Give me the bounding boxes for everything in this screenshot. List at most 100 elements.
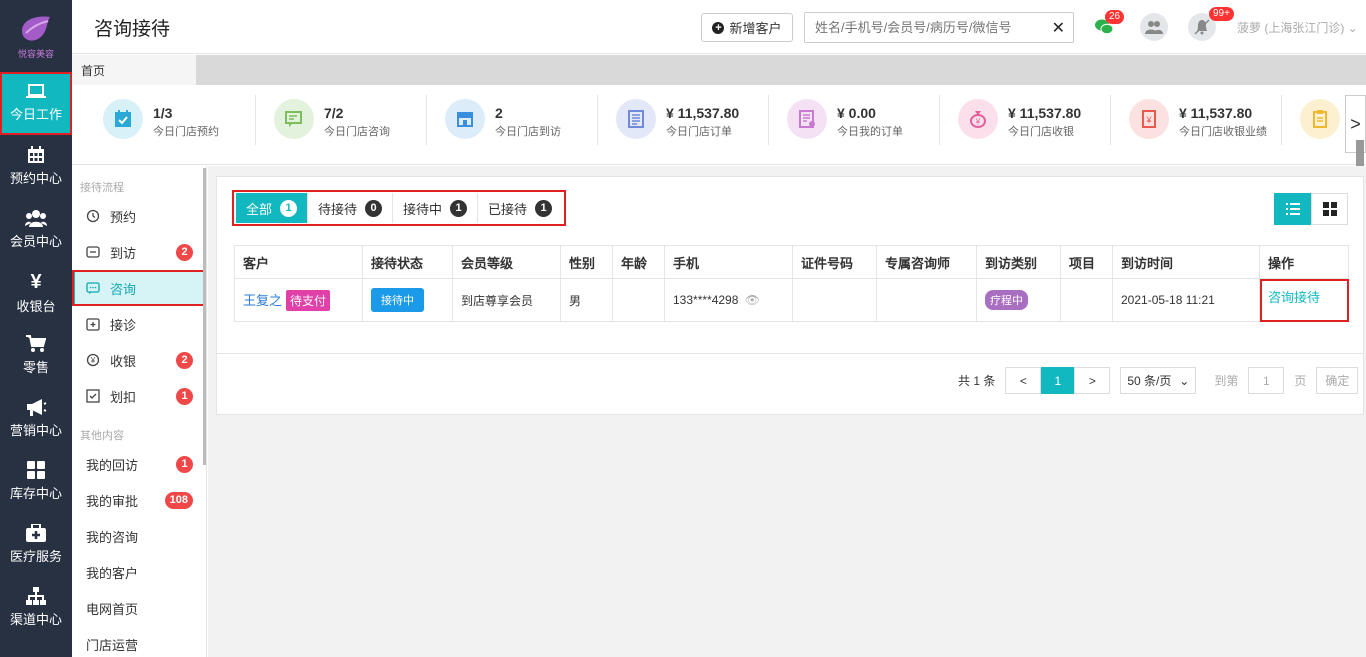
grid-view-button[interactable] (1311, 193, 1348, 225)
menu-item-treatment[interactable]: 接诊 (72, 306, 206, 342)
stat-today-orders[interactable]: ¥ 11,537.80 今日门店订单 (616, 99, 786, 144)
list-view-button[interactable] (1274, 193, 1311, 225)
stat-today-consult[interactable]: 7/2 今日门店咨询 (274, 99, 444, 144)
stat-label: 今日门店订单 (666, 126, 732, 138)
notification-button[interactable]: 99+ (1188, 7, 1234, 41)
menu-item-consult[interactable]: 咨询 (72, 270, 206, 306)
history-icon (86, 209, 102, 223)
visit-card-icon (86, 245, 102, 259)
stat-today-booking[interactable]: 1/3 今日门店预约 (103, 99, 273, 144)
cell-consultant (876, 278, 977, 322)
page-button-current[interactable]: 1 (1041, 367, 1075, 394)
eye-icon[interactable]: 👁 (745, 293, 760, 307)
nav-label: 会员中心 (9, 234, 62, 249)
menu-item-my-approval[interactable]: 我的审批 108 (72, 482, 206, 518)
cell-phone: 133****4298 👁 (664, 278, 793, 322)
payment-status-tag: 待支付 (286, 289, 331, 311)
menu-item-label: 划扣 (110, 389, 137, 405)
filter-tab-done[interactable]: 已接待 1 (478, 193, 562, 223)
nav-inventory-center[interactable]: 库存中心 (0, 450, 72, 513)
receipt-icon: ¥ (1142, 110, 1156, 128)
nav-retail[interactable]: 零售 (0, 324, 72, 387)
stat-today-visit[interactable]: 2 今日门店到访 (445, 99, 615, 144)
team-button[interactable] (1140, 13, 1168, 41)
menu-group-reception-flow: 接待流程 (80, 182, 124, 194)
chat-bubble-icon (86, 281, 102, 295)
nav-cashier[interactable]: ¥ 收银台 (0, 261, 72, 324)
nav-booking-center[interactable]: 预约中心 (0, 135, 72, 198)
filter-tab-label: 接待中 (403, 201, 443, 217)
stat-icon-bg (274, 99, 314, 139)
search-box: ✕ (804, 12, 1074, 43)
stat-value: ¥ 0.00 (837, 105, 876, 121)
nav-marketing-center[interactable]: 营销中心 (0, 387, 72, 450)
nav-channel-center[interactable]: 渠道中心 (0, 576, 72, 639)
wechat-button[interactable]: 26 (1090, 10, 1125, 41)
store-icon (457, 112, 473, 127)
reception-card: 全部 1 待接待 0 接待中 1 已接待 1 客户 接待状态 会员等级 性别 年… (216, 176, 1364, 415)
menu-item-my-customers[interactable]: 我的客户 (72, 554, 206, 590)
next-page-button[interactable]: > (1074, 367, 1111, 394)
chat-edit-icon (285, 111, 302, 127)
goto-page-input[interactable]: 1 (1248, 367, 1285, 394)
col-header: 年龄 (612, 245, 665, 279)
customer-link[interactable]: 王复之 (243, 293, 282, 308)
left-nav: 悦容美容 今日工作 预约中心 会员中心 ¥ 收银台 零售 营销中心 库存中心 医… (0, 0, 72, 657)
menu-item-store-operation[interactable]: 门店运营 (72, 626, 206, 657)
prev-page-button[interactable]: < (1005, 367, 1042, 394)
menu-item-booking[interactable]: 预约 (72, 198, 206, 234)
menu-item-label: 我的回访 (86, 457, 139, 473)
count-badge: 2 (176, 244, 193, 261)
nav-label: 收银台 (16, 298, 56, 314)
nav-medical-service[interactable]: 医疗服务 (0, 513, 72, 576)
tab-home[interactable]: 首页 (72, 55, 196, 85)
menu-item-my-consult[interactable]: 我的咨询 (72, 518, 206, 554)
side-menu-scrollbar[interactable] (203, 168, 206, 465)
menu-item-visit[interactable]: 到访 2 (72, 234, 206, 270)
stat-value: ¥ 11,537.80 (666, 105, 740, 121)
nav-today-work[interactable]: 今日工作 (0, 72, 72, 135)
newspaper-icon (628, 110, 644, 128)
menu-item-my-follow-up[interactable]: 我的回访 1 (72, 446, 206, 482)
menu-item-cashier[interactable]: ¥ 收银 2 (72, 342, 206, 378)
medkit-icon (26, 524, 46, 542)
stat-today-cashier[interactable]: ¥ ¥ 11,537.80 今日门店收银 (958, 99, 1128, 144)
chevron-down-icon: ⌄ (1179, 373, 1190, 388)
page-size-select[interactable]: 50 条/页 ⌄ (1120, 367, 1197, 394)
col-header: 性别 (560, 245, 613, 279)
menu-item-grid-home[interactable]: 电网首页 (72, 590, 206, 626)
add-customer-button[interactable]: + 新增客户 (701, 13, 793, 42)
nav-label: 预约中心 (9, 171, 62, 186)
count-badge: 108 (164, 492, 193, 509)
page-suffix: 页 (1294, 374, 1307, 388)
stat-more[interactable] (1300, 99, 1344, 144)
stat-today-cashier-performance[interactable]: ¥ ¥ 11,537.80 今日门店收银业绩 (1129, 99, 1299, 144)
nav-member-center[interactable]: 会员中心 (0, 198, 72, 261)
menu-item-label: 我的客户 (86, 565, 139, 581)
clear-icon[interactable]: ✕ (1052, 18, 1065, 38)
svg-text:¥: ¥ (975, 118, 981, 127)
filter-tab-in-progress[interactable]: 接待中 1 (393, 193, 479, 223)
divider (1110, 95, 1111, 145)
filter-tab-all[interactable]: 全部 1 (236, 193, 309, 223)
confirm-button[interactable]: 确定 (1316, 367, 1359, 394)
nav-label: 营销中心 (9, 423, 62, 438)
divider (426, 95, 427, 145)
consult-reception-link[interactable]: 咨询接待 (1268, 290, 1320, 305)
filter-tab-label: 全部 (246, 201, 273, 217)
stat-value: 1/3 (153, 105, 173, 121)
search-input[interactable] (805, 13, 1041, 42)
menu-item-deduction[interactable]: 划扣 1 (72, 378, 206, 414)
stat-icon-bg: ¥ (958, 99, 998, 139)
list-icon (1285, 203, 1300, 215)
cell-visit-type: 疗程中 (976, 278, 1061, 322)
stat-my-orders[interactable]: ¥ 0.00 今日我的订单 (787, 99, 957, 144)
stat-icon-bg (445, 99, 485, 139)
stat-icon-bg (103, 99, 143, 139)
user-name: 菠萝 (上海张江门诊) (1237, 21, 1345, 35)
filter-tab-count: 0 (365, 199, 383, 217)
col-header: 操作 (1259, 245, 1349, 279)
user-menu[interactable]: 菠萝 (上海张江门诊) ⌄ (1237, 19, 1358, 36)
grid-view-icon (1322, 202, 1337, 216)
filter-tab-pending[interactable]: 待接待 0 (308, 193, 394, 223)
